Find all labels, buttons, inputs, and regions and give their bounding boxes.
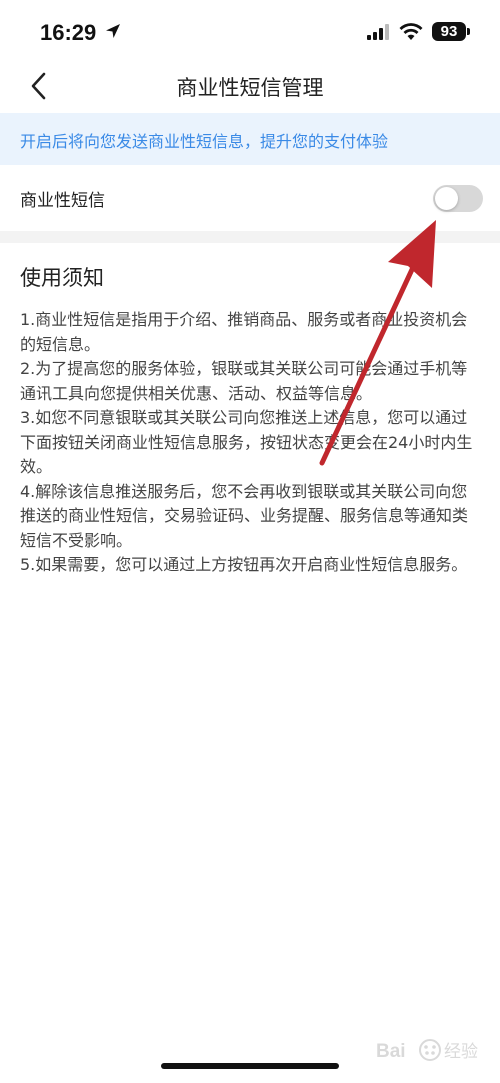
note-item-4: 4.解除该信息推送服务后，您不会再收到银联或其关联公司向您推送的商业性短信，交易… — [20, 481, 469, 550]
note-item-1: 1.商业性短信是指用于介绍、推销商品、服务或者商业投资机会的短信息。 — [20, 310, 468, 354]
home-indicator[interactable] — [161, 1063, 339, 1069]
status-bar: 16:29 93 — [0, 0, 500, 62]
section-divider — [0, 231, 500, 243]
battery-indicator: 93 — [432, 22, 466, 41]
notes-title: 使用须知 — [20, 266, 104, 290]
baidu-jingyan-watermark: Bai 经验 — [376, 1039, 478, 1062]
location-arrow-icon — [106, 24, 120, 38]
commercial-sms-row: 商业性短信 — [0, 165, 500, 231]
note-item-5: 5.如果需要，您可以通过上方按钮再次开启商业性短信息服务。 — [20, 555, 468, 574]
info-banner-text: 开启后将向您发送商业性短信息，提升您的支付体验 — [20, 132, 389, 151]
svg-text:经验: 经验 — [444, 1042, 478, 1062]
battery-tip — [467, 28, 470, 35]
svg-text:Bai: Bai — [376, 1041, 406, 1062]
info-banner: 开启后将向您发送商业性短信息，提升您的支付体验 — [0, 113, 500, 165]
note-item-3: 3.如您不同意银联或其关联公司向您推送上述信息，您可以通过下面按钮关闭商业性短信… — [20, 408, 473, 476]
commercial-sms-toggle[interactable] — [433, 185, 483, 212]
nav-bar: 商业性短信管理 — [0, 62, 500, 112]
status-time: 16:29 — [40, 20, 97, 45]
wifi-icon — [399, 23, 423, 40]
commercial-sms-label: 商业性短信 — [20, 191, 105, 211]
toggle-knob — [435, 187, 458, 210]
notes-list: 1.商业性短信是指用于介绍、推销商品、服务或者商业投资机会的短信息。 2.为了提… — [20, 308, 482, 578]
note-item-2: 2.为了提高您的服务体验，银联或其关联公司可能会通过手机等通讯工具向您提供相关优… — [20, 359, 468, 403]
cellular-signal-icon — [367, 24, 389, 40]
page-title: 商业性短信管理 — [176, 76, 324, 100]
